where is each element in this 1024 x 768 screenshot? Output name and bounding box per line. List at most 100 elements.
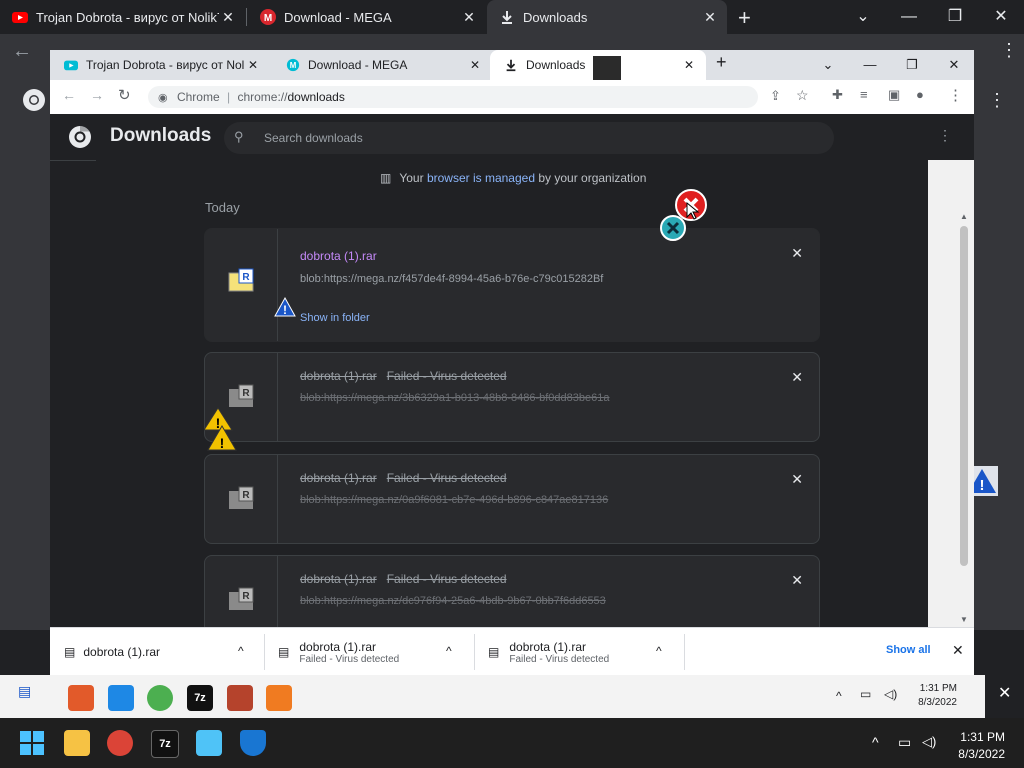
7zip-icon[interactable]: 7z — [187, 685, 213, 711]
outer-tab-title: Trojan Dobrota - вирус от Nolik7 — [36, 9, 219, 25]
shelf-item[interactable]: ▤ dobrota (1).rar Failed - Virus detecte… — [488, 628, 684, 676]
download-filename[interactable]: dobrota (1).rar — [300, 249, 377, 263]
close-tab-icon[interactable]: ✕ — [466, 58, 484, 72]
clock[interactable]: 1:31 PM 8/3/2022 — [950, 730, 1005, 761]
chrome-icon[interactable] — [107, 730, 133, 756]
start-icon[interactable] — [68, 685, 94, 711]
outer-tab-youtube[interactable]: Trojan Dobrota - вирус от Nolik7 ✕ — [0, 0, 245, 34]
download-filename[interactable]: dobrota (1).rar — [300, 369, 377, 383]
back-arrow-icon[interactable]: ← — [62, 87, 76, 103]
svg-text:!: ! — [980, 477, 985, 494]
chevron-up-icon[interactable]: ^ — [446, 644, 452, 658]
close-tab-icon[interactable]: ✕ — [460, 9, 478, 26]
chevron-up-icon[interactable]: ^ — [656, 644, 662, 658]
tab-search-button[interactable]: ⌄ — [808, 50, 848, 80]
kebab-menu-icon[interactable]: ⋮ — [948, 86, 963, 104]
windows-start-icon[interactable] — [20, 731, 44, 755]
volume-icon[interactable]: ◁) — [922, 734, 936, 750]
remove-item-icon[interactable]: ✕ — [791, 369, 803, 386]
remove-item-icon[interactable]: ✕ — [791, 245, 803, 262]
mouse-cursor-icon — [686, 202, 700, 220]
download-card-failed: R dobrota (1).rar Failed - Virus detected… — [204, 352, 820, 442]
show-in-folder-link[interactable]: Show in folder — [300, 312, 370, 324]
downloads-header: Downloads ⚲ Search downloads ⋮ — [50, 114, 974, 161]
kebab-menu-icon[interactable]: ⋮ — [938, 127, 952, 144]
shelf-item[interactable]: ▤ dobrota (1).rar Failed - Virus detecte… — [278, 628, 474, 676]
back-arrow-icon[interactable]: ← — [12, 40, 32, 63]
download-url[interactable]: blob:https://mega.nz/f457de4f-8994-45a6-… — [300, 273, 603, 285]
security-shield-icon[interactable] — [266, 685, 292, 711]
tab-search-button[interactable]: ⌄ — [840, 0, 886, 34]
inner-browser-window: Trojan Dobrota - вирус от Nolik7 ✕ M Dow… — [50, 50, 974, 675]
notepad-icon[interactable] — [196, 730, 222, 756]
inner-tab-title: Download - MEGA — [308, 58, 408, 72]
show-all-button[interactable]: Show all — [886, 644, 931, 656]
remove-item-icon[interactable]: ✕ — [791, 572, 803, 589]
shelf-item[interactable]: ▤ dobrota (1).rar ^ — [64, 628, 264, 676]
inner-tab-mega[interactable]: M Download - MEGA ✕ — [272, 50, 492, 80]
close-icon[interactable]: ✕ — [998, 683, 1011, 703]
inner-tab-youtube[interactable]: Trojan Dobrota - вирус от Nolik7 ✕ — [50, 50, 270, 80]
new-tab-button[interactable]: + — [738, 5, 751, 31]
search-icon: ⚲ — [234, 129, 244, 144]
minimize-button[interactable]: — — [886, 0, 932, 34]
scroll-up-arrow-icon[interactable]: ▲ — [960, 212, 968, 221]
outer-tab-strip: Trojan Dobrota - вирус от Nolik7 ✕ M Dow… — [0, 0, 1024, 34]
download-filename[interactable]: dobrota (1).rar — [300, 471, 377, 485]
scrollbar-thumb[interactable] — [960, 226, 968, 566]
address-bar[interactable]: ◉ Chrome | chrome://downloads — [148, 86, 758, 108]
search-input[interactable]: ⚲ Search downloads — [224, 122, 834, 154]
kebab-menu-icon[interactable]: ⋮ — [1000, 40, 1018, 61]
close-window-button[interactable]: ✕ — [978, 0, 1024, 34]
close-tab-icon[interactable]: ✕ — [701, 9, 719, 26]
restore-button[interactable]: ❐ — [892, 50, 932, 80]
scroll-down-arrow-icon[interactable]: ▼ — [960, 615, 968, 624]
outer-tab-downloads[interactable]: Downloads ✕ — [487, 0, 727, 34]
download-status: Failed - Virus detected — [386, 572, 507, 586]
shelf-divider — [684, 634, 685, 670]
download-filename[interactable]: dobrota (1).rar — [300, 572, 377, 586]
network-icon[interactable]: ▭ — [898, 734, 911, 751]
scrollbar-track[interactable]: ▲ ▼ — [928, 160, 974, 627]
remove-item-icon[interactable]: ✕ — [791, 471, 803, 488]
extensions-icon[interactable]: ✚ — [832, 87, 843, 103]
chevron-up-icon[interactable]: ^ — [238, 644, 244, 658]
forward-arrow-icon[interactable]: → — [90, 87, 104, 103]
close-shelf-button[interactable]: ✕ — [952, 642, 964, 659]
7zip-icon[interactable]: 7z — [151, 730, 179, 758]
tray-chevron-icon[interactable]: ^ — [836, 689, 842, 703]
shelf-item-name: dobrota (1).rar — [299, 639, 377, 654]
outer-tab-title: Download - MEGA — [284, 9, 392, 25]
file-explorer-icon[interactable] — [64, 730, 90, 756]
rar-file-icon: ▤ — [18, 683, 32, 699]
file-icon-area: R — [205, 455, 278, 543]
bookmark-star-icon[interactable]: ☆ — [796, 87, 809, 104]
kebab-menu-icon[interactable]: ⋮ — [988, 90, 1006, 111]
new-tab-button[interactable]: + — [716, 52, 727, 73]
share-icon[interactable]: ⇪ — [770, 88, 781, 104]
tray-chevron-icon[interactable]: ^ — [872, 734, 879, 750]
volume-icon[interactable]: ◁) — [884, 687, 897, 701]
outer-tab-mega[interactable]: M Download - MEGA ✕ — [248, 0, 486, 34]
svg-text:R: R — [242, 490, 250, 501]
managed-link[interactable]: browser is managed — [427, 171, 535, 185]
section-label-today: Today — [205, 200, 240, 215]
close-tab-icon[interactable]: ✕ — [219, 9, 237, 26]
reload-icon[interactable]: ↻ — [118, 86, 131, 104]
close-tab-icon[interactable]: ✕ — [244, 58, 262, 72]
close-window-button[interactable]: ✕ — [934, 50, 974, 80]
restore-button[interactable]: ❐ — [932, 0, 978, 34]
side-panel-icon[interactable]: ▣ — [888, 87, 900, 103]
site-info-icon[interactable]: ◉ — [158, 92, 168, 104]
defender-shield-icon[interactable] — [240, 730, 266, 756]
media-control-icon[interactable]: ≡ — [860, 87, 868, 102]
chrome-icon[interactable] — [147, 685, 173, 711]
file-explorer-icon[interactable] — [108, 685, 134, 711]
profile-icon[interactable]: ● — [916, 87, 924, 102]
notepad-icon[interactable] — [227, 685, 253, 711]
minimize-button[interactable]: — — [850, 50, 890, 80]
rar-file-icon: ▤ — [488, 645, 500, 659]
network-icon[interactable]: ▭ — [860, 687, 871, 701]
close-tab-icon[interactable]: ✕ — [680, 58, 698, 72]
clock[interactable]: 1:31 PM 8/3/2022 — [912, 683, 957, 708]
